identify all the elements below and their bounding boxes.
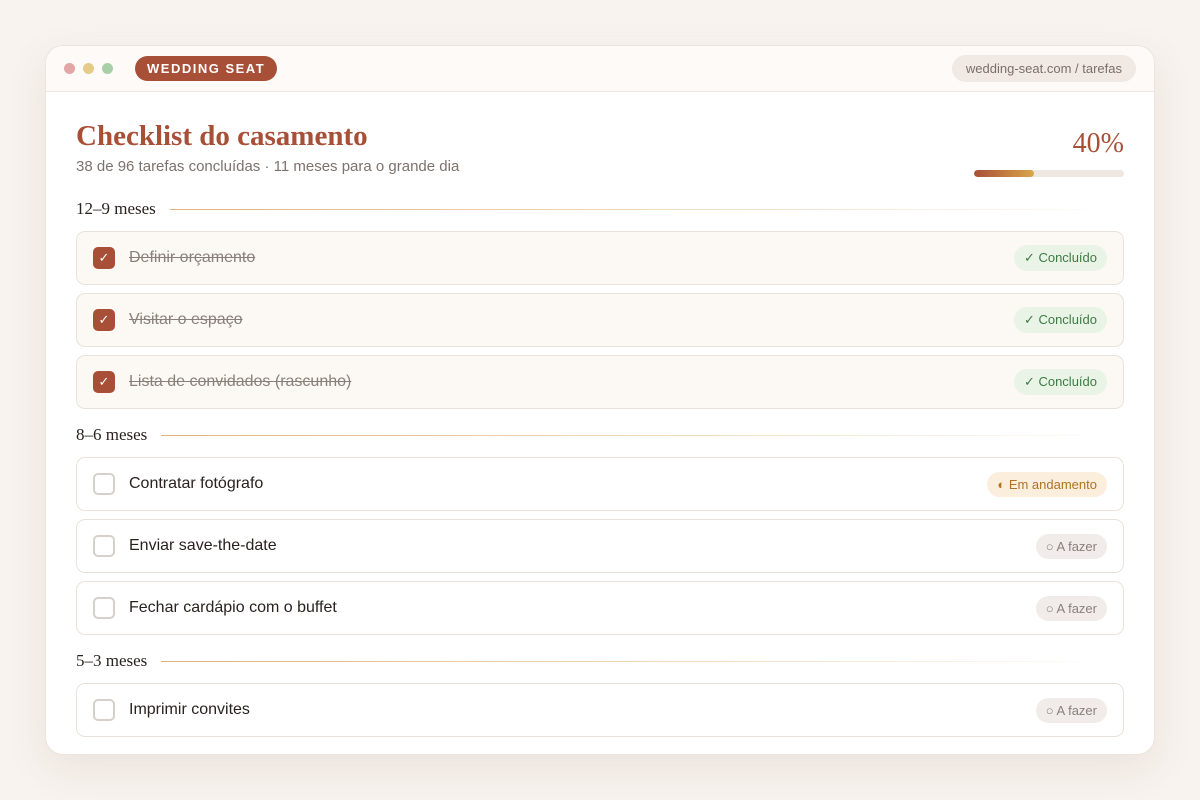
brand-logo: WEDDING SEAT (135, 56, 278, 81)
section-label: 8–6 meses (76, 425, 148, 444)
progress-bar-fill (974, 170, 1034, 177)
task-label: Fechar cardápio com o buffet (129, 599, 337, 616)
section-divider (161, 660, 1084, 662)
task-checkbox[interactable] (93, 699, 115, 721)
progress-summary: 40% (974, 128, 1124, 177)
section-label: 12–9 meses (76, 199, 156, 218)
section-header: 12–9 meses (76, 199, 1124, 219)
progress-bar (974, 170, 1124, 177)
window-controls (64, 63, 113, 74)
task-checkbox[interactable]: ✓ (93, 309, 115, 331)
task-checkbox[interactable] (93, 473, 115, 495)
app-window: WEDDING SEAT wedding-seat.com / tarefas … (45, 45, 1155, 755)
task-row[interactable]: ✓ Visitar o espaço ✓ Concluído (76, 293, 1124, 347)
task-checkbox[interactable] (93, 535, 115, 557)
task-row[interactable]: ✓ Definir orçamento ✓ Concluído (76, 231, 1124, 285)
task-label: Visitar o espaço (129, 311, 243, 328)
page-title: Checklist do casamento (76, 120, 368, 152)
task-sections: 12–9 meses ✓ Definir orçamento ✓ Concluído ✓… (76, 199, 1124, 737)
task-label: Imprimir convites (129, 701, 250, 718)
url-bar[interactable]: wedding-seat.com / tarefas (951, 55, 1136, 82)
task-checkbox[interactable] (93, 597, 115, 619)
task-row[interactable]: ✓ Lista de convidados (rascunho) ✓ Concluí… (76, 355, 1124, 409)
task-label: Lista de convidados (rascunho) (129, 373, 352, 390)
progress-percent: 40% (1072, 128, 1124, 159)
title-bar: WEDDING SEAT wedding-seat.com / tarefas (46, 46, 1154, 92)
status-badge: ○ A fazer (1035, 533, 1107, 559)
status-badge: ○ A fazer (1035, 595, 1107, 621)
section-header: 8–6 meses (76, 425, 1124, 445)
section-divider (169, 208, 1084, 210)
task-label: Contratar fotógrafo (129, 475, 264, 492)
minimize-window-button[interactable] (83, 63, 94, 74)
page-subtitle: 38 de 96 tarefas concluídas · 11 meses p… (76, 158, 460, 175)
task-row[interactable]: Enviar save-the-date ○ A fazer (76, 519, 1124, 573)
task-checkbox[interactable]: ✓ (93, 247, 115, 269)
check-icon: ✓ (98, 374, 110, 389)
section-divider (161, 434, 1084, 436)
task-row[interactable]: Fechar cardápio com o buffet ○ A fazer (76, 581, 1124, 635)
main-content: Checklist do casamento 38 de 96 tarefas … (46, 92, 1154, 737)
task-row[interactable]: Imprimir convites ○ A fazer (76, 683, 1124, 737)
section-label: 5–3 meses (76, 651, 148, 670)
check-icon: ✓ (98, 250, 110, 265)
task-checkbox[interactable]: ✓ (93, 371, 115, 393)
maximize-window-button[interactable] (102, 63, 113, 74)
check-icon: ✓ (98, 312, 110, 327)
status-badge: ○ A fazer (1035, 697, 1107, 723)
status-badge: ◐ Em andamento (987, 471, 1107, 497)
status-badge: ✓ Concluído (1013, 369, 1107, 395)
task-row[interactable]: Contratar fotógrafo ◐ Em andamento (76, 457, 1124, 511)
close-window-button[interactable] (64, 63, 75, 74)
task-label: Definir orçamento (129, 249, 256, 266)
section-header: 5–3 meses (76, 651, 1124, 671)
task-label: Enviar save-the-date (129, 537, 277, 554)
status-badge: ✓ Concluído (1013, 245, 1107, 271)
status-badge: ✓ Concluído (1013, 307, 1107, 333)
